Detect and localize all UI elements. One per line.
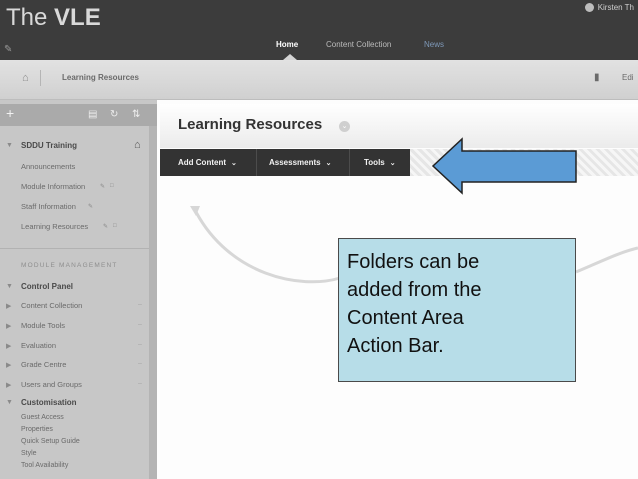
sidebar-subitem-properties[interactable]: Properties — [21, 426, 53, 433]
callout-line: Folders can be — [347, 251, 480, 273]
nav-news-tab[interactable]: News — [424, 40, 444, 49]
collapse-arrow-icon[interactable]: ▼ — [6, 283, 13, 290]
sidebar-divider — [0, 248, 149, 249]
collapse-arrow-icon[interactable]: ▼ — [6, 399, 13, 406]
nav-home-tab[interactable]: Home — [276, 40, 298, 49]
more-dash: – — [138, 301, 142, 308]
breadcrumb-current[interactable]: Learning Resources — [62, 73, 139, 82]
sidebar-subitem-quick-setup-guide[interactable]: Quick Setup Guide — [21, 438, 80, 445]
sidebar-subitem-guest-access[interactable]: Guest Access — [21, 414, 64, 421]
action-bar-separator — [349, 149, 350, 176]
user-name: Kirsten Th — [597, 3, 634, 12]
sidebar-toolbar: + ▤ ↻ ⇅ — [0, 104, 157, 126]
module-management-heading: MODULE MANAGEMENT — [21, 262, 118, 269]
logo-name: VLE — [54, 4, 101, 31]
more-dash: – — [138, 321, 142, 328]
action-bar-separator — [256, 149, 257, 176]
expand-arrow-icon[interactable]: ▶ — [6, 302, 11, 310]
chevron-down-icon: ⌄ — [231, 160, 237, 167]
sidebar-item-content-collection[interactable]: Content Collection — [21, 301, 82, 310]
more-dash: – — [138, 341, 142, 348]
expand-arrow-icon[interactable]: ▶ — [6, 381, 11, 389]
logo-prefix: The — [6, 4, 48, 31]
callout-line: added from the — [347, 279, 482, 301]
add-content-label: Add Content — [178, 158, 226, 167]
sidebar-subitem-style[interactable]: Style — [21, 450, 37, 457]
vle-logo[interactable]: The VLE — [6, 4, 101, 32]
folder-view-icon[interactable]: ▤ — [88, 109, 97, 120]
options-icon: □ — [113, 223, 117, 229]
refresh-icon[interactable]: ↻ — [110, 109, 118, 120]
assessments-button[interactable]: Assessments ⌄ — [269, 149, 331, 176]
sidebar-item-learning-resources[interactable]: Learning Resources — [21, 222, 88, 231]
sidebar-item-grade-centre[interactable]: Grade Centre — [21, 360, 66, 369]
tools-label: Tools — [364, 158, 385, 167]
edit-icon: ✎ — [100, 184, 106, 190]
page-title: Learning Resources — [178, 116, 323, 133]
title-menu-chevron-icon[interactable]: ⌄ — [339, 121, 350, 132]
user-icon — [584, 3, 594, 12]
more-dash: – — [138, 380, 142, 387]
more-dash: – — [138, 360, 142, 367]
sidebar-item-announcements[interactable]: Announcements — [21, 162, 75, 171]
sidebar-scrollbar[interactable] — [149, 126, 157, 479]
course-title[interactable]: SDDU Training — [21, 141, 77, 150]
tools-button[interactable]: Tools ⌄ — [364, 149, 396, 176]
user-menu[interactable]: Kirsten Th — [584, 3, 634, 12]
edit-icon: ✎ — [88, 204, 94, 210]
add-menu-item-icon[interactable]: + — [6, 105, 14, 121]
chevron-down-icon: ⌄ — [325, 160, 332, 167]
course-home-icon[interactable]: ⌂ — [134, 139, 141, 151]
book-icon[interactable]: ▮ — [594, 72, 600, 83]
action-bar-empty-area — [410, 149, 638, 176]
callout-line: Content Area — [347, 307, 464, 329]
home-icon[interactable]: ⌂ — [22, 72, 29, 84]
sidebar-item-customisation[interactable]: Customisation — [21, 398, 77, 407]
edit-icon: ✎ — [103, 224, 109, 230]
breadcrumb-divider — [40, 70, 41, 86]
sidebar-subitem-tool-availability[interactable]: Tool Availability — [21, 462, 68, 469]
expand-arrow-icon[interactable]: ▶ — [6, 342, 11, 350]
chevron-down-icon: ⌄ — [389, 160, 396, 167]
sort-icon[interactable]: ⇅ — [132, 109, 140, 120]
add-content-button[interactable]: Add Content ⌄ — [178, 149, 237, 176]
nav-content-collection-tab[interactable]: Content Collection — [326, 40, 391, 49]
sidebar-item-users-and-groups[interactable]: Users and Groups — [21, 380, 82, 389]
top-navigation: Home Content Collection News — [0, 40, 638, 52]
options-icon: □ — [110, 183, 114, 189]
sidebar-item-control-panel[interactable]: Control Panel — [21, 282, 73, 291]
expand-arrow-icon[interactable]: ▶ — [6, 361, 11, 369]
callout-box: Folders can be added from the Content Ar… — [338, 238, 576, 382]
sidebar-item-evaluation[interactable]: Evaluation — [21, 341, 56, 350]
assessments-label: Assessments — [269, 158, 321, 167]
expand-arrow-icon[interactable]: ▶ — [6, 322, 11, 330]
sidebar-item-module-information[interactable]: Module Information — [21, 182, 85, 191]
sidebar-item-module-tools[interactable]: Module Tools — [21, 321, 65, 330]
callout-line: Action Bar. — [347, 335, 444, 357]
sidebar-item-staff-information[interactable]: Staff Information — [21, 202, 76, 211]
collapse-arrow-icon[interactable]: ▼ — [6, 142, 13, 149]
edit-mode-toggle[interactable]: Edi — [622, 73, 634, 82]
